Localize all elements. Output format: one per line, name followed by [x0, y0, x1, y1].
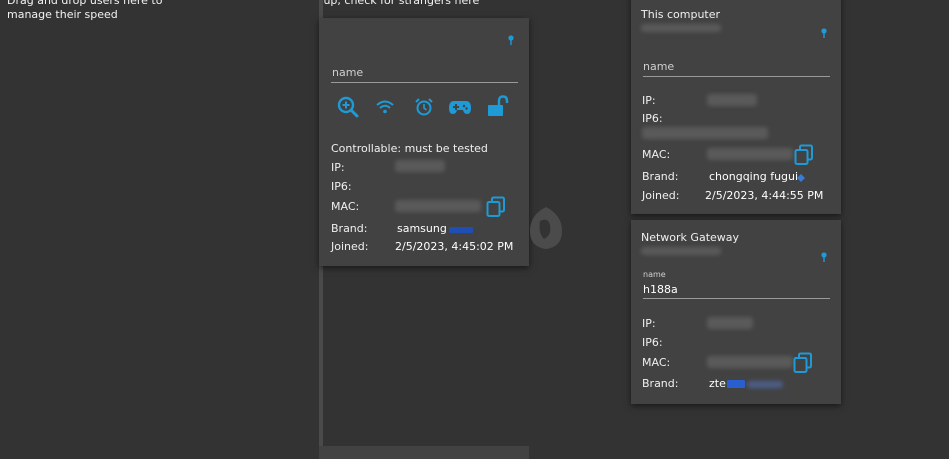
brand-label: Brand:	[642, 170, 679, 183]
name-input-underline	[643, 76, 830, 77]
brand-value: samsung	[397, 222, 447, 235]
ip-label: IP:	[331, 161, 345, 174]
joined-label: Joined:	[331, 240, 369, 253]
pin-icon[interactable]	[507, 35, 515, 45]
mac-label: MAC:	[642, 148, 671, 161]
wifi-icon[interactable]	[376, 100, 394, 114]
card-title: This computer	[641, 8, 721, 21]
brand-value: zte	[709, 377, 726, 390]
next-card-stub	[319, 446, 529, 459]
joined-label: Joined:	[642, 189, 680, 202]
copy-icon[interactable]	[793, 352, 813, 374]
ip6-label: IP6:	[642, 112, 663, 125]
ip-value-redacted	[707, 317, 753, 329]
card-subtitle-redacted	[641, 247, 721, 255]
copy-icon[interactable]	[486, 196, 506, 218]
left-column-hint: Drag and drop users here to manage their…	[7, 0, 163, 21]
ip-value-redacted	[395, 160, 445, 172]
controllable-status: Controllable: must be tested	[331, 142, 488, 155]
device-card-unknown[interactable]: name Controllable: must be tested IP: IP…	[319, 18, 529, 266]
joined-value: 2/5/2023, 4:44:55 PM	[705, 189, 824, 202]
brand-label: Brand:	[331, 222, 368, 235]
ip6-value-redacted	[642, 127, 768, 139]
name-input[interactable]: name	[643, 60, 674, 73]
alarm-icon[interactable]	[414, 97, 434, 117]
name-input-underline	[643, 298, 830, 299]
name-input[interactable]: h188a	[643, 283, 678, 296]
device-card-gateway[interactable]: Network Gateway name h188a IP: IP6: MAC:…	[631, 220, 841, 404]
watermark-logo	[530, 207, 562, 249]
device-card-this-computer[interactable]: This computer name IP: IP6: MAC: Brand: …	[631, 0, 841, 214]
brand-label: Brand:	[642, 377, 679, 390]
name-field-label: name	[643, 270, 666, 279]
pin-icon[interactable]	[820, 252, 828, 262]
ip-value-redacted	[707, 94, 757, 106]
mac-value-redacted	[707, 148, 793, 160]
ip-label: IP:	[642, 317, 656, 330]
card-title: Network Gateway	[641, 231, 740, 244]
samsung-logo	[449, 227, 473, 233]
mac-value-redacted	[707, 356, 793, 368]
name-input-underline	[331, 82, 518, 83]
brand-logo-icon	[797, 174, 805, 182]
mac-label: MAC:	[642, 356, 671, 369]
card-subtitle-redacted	[641, 24, 721, 32]
brand-extra-redacted	[747, 381, 783, 388]
gamepad-icon[interactable]	[448, 99, 472, 115]
name-input[interactable]: name	[332, 66, 363, 79]
ip-label: IP:	[642, 94, 656, 107]
middle-column-hint: Yup, check for strangers here	[318, 0, 480, 7]
mac-value-redacted	[395, 200, 481, 212]
ip6-label: IP6:	[642, 336, 663, 349]
zte-logo	[727, 380, 745, 388]
ip6-label: IP6:	[331, 180, 352, 193]
mac-label: MAC:	[331, 200, 360, 213]
pin-icon[interactable]	[820, 28, 828, 38]
joined-value: 2/5/2023, 4:45:02 PM	[395, 240, 514, 253]
zoom-in-icon[interactable]	[337, 96, 359, 118]
unlock-icon[interactable]	[487, 95, 509, 117]
copy-icon[interactable]	[794, 144, 814, 166]
brand-value: chongqing fugui	[709, 170, 799, 183]
